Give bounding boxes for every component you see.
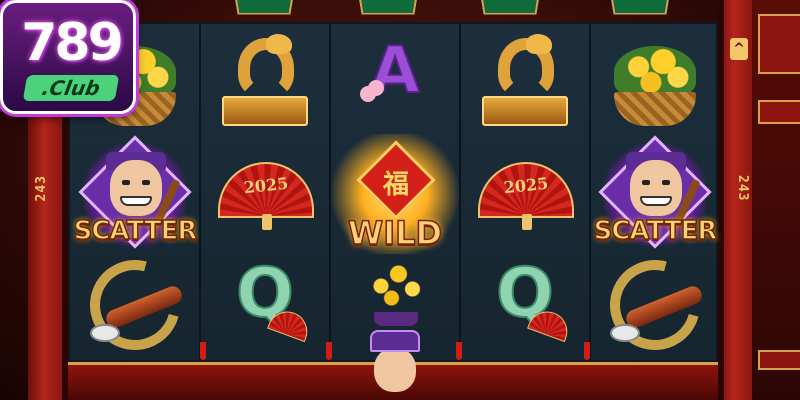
tassel bbox=[200, 342, 206, 360]
symbol-wild: 福 WILD bbox=[324, 134, 466, 254]
reel-4: 2025 Q bbox=[460, 24, 591, 362]
logo-number: 789 bbox=[21, 13, 124, 73]
scatter-label: SCATTER bbox=[593, 215, 718, 247]
scatter-label: SCATTER bbox=[73, 215, 198, 247]
reel-3: A 福 WILD bbox=[324, 24, 466, 360]
symbol-letter-q: Q bbox=[460, 250, 590, 362]
wild-glyph: 福 bbox=[382, 170, 409, 200]
right-decor bbox=[752, 0, 800, 400]
symbol-golden-dragon bbox=[460, 26, 590, 138]
tassel bbox=[326, 342, 332, 360]
tassel bbox=[584, 342, 590, 360]
symbol-ink-roller bbox=[590, 243, 720, 367]
symbol-letter-q: Q bbox=[200, 250, 330, 362]
letter-a-label: A bbox=[369, 33, 421, 109]
brand-logo: 789 .Club bbox=[0, 0, 136, 114]
letter-q-label: Q bbox=[495, 253, 555, 334]
symbol-flower-basket bbox=[590, 26, 720, 138]
top-banner bbox=[358, 0, 418, 15]
chevron-up-icon[interactable]: ^ bbox=[730, 38, 748, 60]
symbol-ink-roller bbox=[70, 243, 200, 367]
reel-5: SCATTER bbox=[590, 24, 720, 367]
tassel bbox=[456, 342, 462, 360]
symbol-fan: 2025 bbox=[200, 138, 330, 250]
symbol-scatter: SCATTER bbox=[70, 135, 200, 250]
top-banner bbox=[234, 0, 294, 15]
symbol-scatter: SCATTER bbox=[590, 135, 720, 250]
ways-counter-left: 243 bbox=[34, 175, 49, 202]
letter-q-label: Q bbox=[235, 253, 295, 334]
reel-2: 2025 Q bbox=[200, 24, 331, 362]
character-mascot bbox=[360, 330, 430, 400]
symbol-golden-dragon bbox=[200, 26, 330, 138]
ways-counter-right: 243 bbox=[735, 175, 750, 202]
wild-label: WILD bbox=[347, 213, 443, 253]
top-banner bbox=[480, 0, 540, 15]
top-banner bbox=[610, 0, 670, 15]
logo-club: .Club bbox=[22, 75, 120, 101]
reel-grid: SCATTER 2025 Q A 福 WILD 2025 Q SCATTER bbox=[68, 22, 720, 367]
symbol-fan: 2025 bbox=[460, 138, 590, 250]
symbol-letter-a: A bbox=[330, 26, 460, 138]
slot-game-scene: 243 243 ^ SCATTER 2025 Q A 福 WILD 2025 Q… bbox=[0, 0, 800, 400]
